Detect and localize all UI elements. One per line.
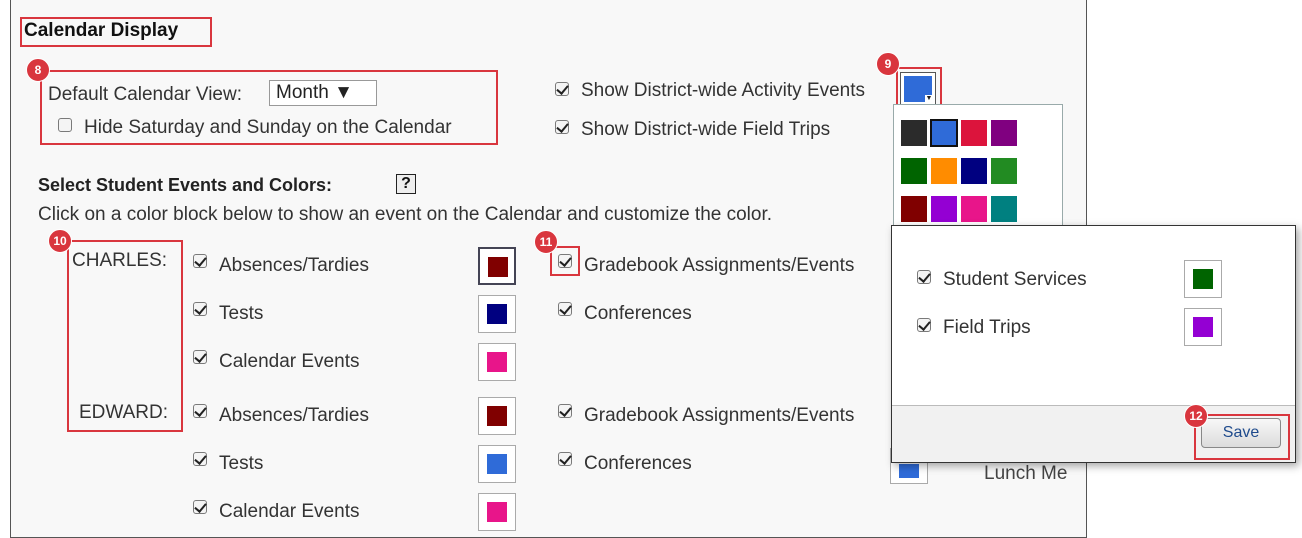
- callout-box-view: [40, 70, 498, 145]
- callout-box-save: [1194, 414, 1290, 460]
- event-label: Gradebook Assignments/Events: [584, 405, 855, 426]
- event-label: Calendar Events: [219, 351, 360, 372]
- event-color-swatch[interactable]: [478, 445, 516, 483]
- swatch-fill: [899, 464, 919, 478]
- callout-box-title: [20, 17, 212, 47]
- student-events-instructions: Click on a color block below to show an …: [38, 204, 773, 225]
- district-trips-label: Show District-wide Field Trips: [581, 119, 831, 140]
- callout-badge-11: 11: [534, 230, 558, 254]
- event-label: Conferences: [584, 303, 692, 324]
- palette-swatch[interactable]: [960, 157, 988, 185]
- student-events-heading: Select Student Events and Colors:: [38, 175, 333, 195]
- swatch-fill: [487, 406, 507, 426]
- event-checkbox[interactable]: [558, 452, 572, 466]
- callout-badge-8: 8: [26, 58, 50, 82]
- callout-badge-10: 10: [48, 229, 72, 253]
- help-icon[interactable]: ?: [396, 174, 416, 194]
- event-color-swatch[interactable]: [478, 397, 516, 435]
- palette-swatch[interactable]: [930, 195, 958, 223]
- event-label: Tests: [219, 303, 264, 324]
- district-activity-label: Show District-wide Activity Events: [581, 80, 866, 101]
- swatch-fill: [487, 304, 507, 324]
- event-color-swatch[interactable]: [478, 493, 516, 531]
- palette-swatch[interactable]: [900, 119, 928, 147]
- swatch-fill: [487, 454, 507, 474]
- lunch-menu-label-partial: Lunch Me: [984, 463, 1068, 484]
- event-checkbox[interactable]: [193, 302, 207, 316]
- event-checkbox[interactable]: [193, 254, 207, 268]
- event-checkbox[interactable]: [193, 350, 207, 364]
- callout-box-checkbox: [550, 246, 580, 276]
- event-label: Calendar Events: [219, 501, 360, 522]
- swatch-fill: [488, 257, 508, 277]
- swatch-fill: [1193, 317, 1213, 337]
- event-label: Tests: [219, 453, 264, 474]
- palette-swatch[interactable]: [930, 157, 958, 185]
- palette-swatch[interactable]: [990, 157, 1018, 185]
- district-activity-checkbox[interactable]: [555, 82, 569, 96]
- event-label: Conferences: [584, 453, 692, 474]
- event-checkbox[interactable]: [193, 452, 207, 466]
- district-trips-checkbox[interactable]: [555, 120, 569, 134]
- event-color-swatch[interactable]: [478, 343, 516, 381]
- event-color-swatch[interactable]: [478, 247, 516, 285]
- palette-swatch[interactable]: [960, 195, 988, 223]
- callout-badge-12: 12: [1184, 404, 1208, 428]
- palette-swatch[interactable]: [990, 119, 1018, 147]
- student-services-color-swatch[interactable]: [1184, 260, 1222, 298]
- student-services-checkbox[interactable]: [917, 270, 931, 284]
- callout-badge-9: 9: [876, 52, 900, 76]
- swatch-fill: [1193, 269, 1213, 289]
- event-label: Absences/Tardies: [219, 405, 369, 426]
- field-trips-color-swatch[interactable]: [1184, 308, 1222, 346]
- student-services-label: Student Services: [943, 269, 1087, 290]
- swatch-fill: [487, 502, 507, 522]
- palette-swatch[interactable]: [900, 195, 928, 223]
- event-checkbox[interactable]: [558, 302, 572, 316]
- palette-swatch[interactable]: [960, 119, 988, 147]
- swatch-fill: [487, 352, 507, 372]
- palette-swatch[interactable]: [900, 157, 928, 185]
- event-label: Absences/Tardies: [219, 255, 369, 276]
- event-color-swatch[interactable]: [478, 295, 516, 333]
- event-checkbox[interactable]: [558, 404, 572, 418]
- field-trips-label: Field Trips: [943, 317, 1031, 338]
- callout-box-students: [67, 240, 183, 432]
- palette-swatch[interactable]: [990, 195, 1018, 223]
- event-label: Gradebook Assignments/Events: [584, 255, 855, 276]
- field-trips-checkbox[interactable]: [917, 318, 931, 332]
- event-checkbox[interactable]: [193, 500, 207, 514]
- event-checkbox[interactable]: [193, 404, 207, 418]
- palette-swatch-selected[interactable]: [930, 119, 958, 147]
